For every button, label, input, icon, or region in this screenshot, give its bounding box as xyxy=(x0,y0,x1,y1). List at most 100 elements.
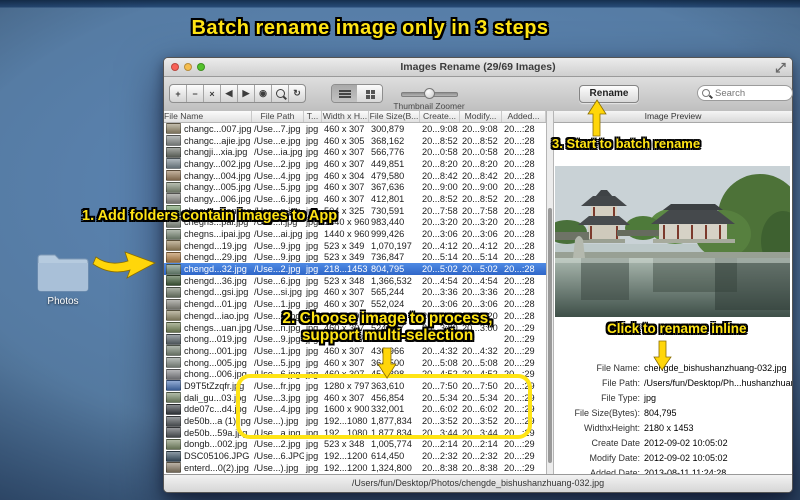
cell-size: 412,801 xyxy=(371,193,405,204)
cell-name: chengd...gsi.jpg xyxy=(164,286,252,298)
table-row[interactable]: dongb...002.jpg/Use...2.jpg jpg 523 x 348 1… xyxy=(164,438,546,451)
minimize-window-button[interactable] xyxy=(184,63,192,71)
cell-dim: 460 x 307 xyxy=(324,147,365,158)
rename-button[interactable]: Rename xyxy=(579,85,639,103)
file-thumbnail-icon xyxy=(166,322,181,334)
cell-added: 20...:28 xyxy=(504,252,535,263)
info-value[interactable]: chengde_bishushanzhuang-032.jpg xyxy=(640,363,787,373)
table-row[interactable]: changc...007.jpg/Use...7.jpg jpg 460 x 307… xyxy=(164,123,546,135)
cell-name: chong...005.jpg xyxy=(164,357,252,369)
table-row[interactable]: changy...002.jpg/Use...2.jpg jpg 460 x 307… xyxy=(164,158,546,170)
cell-name: chengd...01.jpg xyxy=(164,298,252,310)
info-value: jpg xyxy=(644,392,657,403)
thumbnail-zoomer-slider[interactable] xyxy=(401,88,458,99)
close-window-button[interactable] xyxy=(171,63,179,71)
cell-size: 736,847 xyxy=(371,252,405,263)
cell-added: 20...:28 xyxy=(504,182,535,193)
refresh-button[interactable]: ↻ xyxy=(289,85,305,102)
search-input[interactable] xyxy=(713,86,787,100)
cell-dim: 460 x 307 xyxy=(324,193,365,204)
cell-modify: 20...4:54 xyxy=(462,275,498,286)
info-value: 2012-09-02 10:05:02 xyxy=(644,437,728,448)
cell-modify: 20...2:32 xyxy=(462,451,498,462)
table-row[interactable]: chengd...01.jpg/Use...1.jpg jpg 460 x 307 5… xyxy=(164,298,546,310)
table-row[interactable]: changy...005.jpg/Use...5.jpg jpg 460 x 307… xyxy=(164,181,546,193)
table-row[interactable]: changy...004.jpg/Use...4.jpg jpg 460 x 304… xyxy=(164,170,546,182)
table-row[interactable]: chegns...ipai.jpg/Use...ai.jpg jpg 1440 x … xyxy=(164,228,546,240)
cell-size: 1,324,800 xyxy=(371,462,412,473)
cell-name: dongb...002.jpg xyxy=(164,438,252,450)
cell-type: jpg xyxy=(306,135,319,146)
cell-path: /Use...1.jpg xyxy=(254,299,301,310)
vertical-scrollbar[interactable] xyxy=(546,111,554,475)
next-button[interactable]: ▶ xyxy=(238,85,255,102)
arrow-folder-to-list xyxy=(92,251,156,279)
column-header[interactable]: Modify... xyxy=(460,111,502,122)
column-header[interactable]: Width x H... xyxy=(322,111,369,122)
remove-button[interactable]: − xyxy=(187,85,204,102)
multi-selection-highlight-box xyxy=(236,374,532,439)
table-row[interactable]: chengd...19.jpg/Use...9.jpg jpg 523 x 349 1… xyxy=(164,240,546,252)
cell-size: 479,580 xyxy=(371,170,405,181)
table-row[interactable]: changji...xia.jpg/Use...ia.jpg jpg 460 x 3… xyxy=(164,146,546,158)
add-button[interactable]: + xyxy=(170,85,187,102)
delete-button[interactable]: × xyxy=(204,85,221,102)
grid-view-button[interactable] xyxy=(357,85,382,102)
info-label: File Type: xyxy=(601,392,640,403)
cell-size: 999,426 xyxy=(371,229,405,240)
cell-added: 20...:28 xyxy=(504,205,535,216)
table-row-selected[interactable]: chengd...32.jpg/Use...2.jpg jpg 218...1453… xyxy=(164,263,546,275)
photos-folder[interactable]: Photos xyxy=(30,250,96,307)
cell-type: jpg xyxy=(306,240,319,251)
prev-button[interactable]: ◀ xyxy=(221,85,238,102)
cell-name: chengd...19.jpg xyxy=(164,240,252,252)
file-thumbnail-icon xyxy=(166,427,181,439)
info-row: File Name: chengde_bishushanzhuang-032.jp… xyxy=(554,360,792,375)
table-row[interactable]: chong...001.jpg/Use...1.jpg jpg 460 x 307 4… xyxy=(164,345,546,357)
quicklook-button[interactable]: ◉ xyxy=(255,85,272,102)
cell-added: 20...:29 xyxy=(504,439,535,450)
cell-dim: 523 x 349 xyxy=(324,240,365,251)
table-row[interactable]: DSC05106.JPG/Use...6.JPG jpg 192...1200 614… xyxy=(164,450,546,462)
slider-knob[interactable] xyxy=(424,88,435,99)
cell-modify: 20...3:36 xyxy=(462,287,498,298)
search-button[interactable] xyxy=(272,85,289,102)
column-header[interactable]: T... xyxy=(304,111,322,122)
column-header[interactable]: File Path xyxy=(252,111,304,122)
cell-size: 983,440 xyxy=(371,217,405,228)
table-row[interactable]: chengd...36.jpg/Use...6.jpg jpg 523 x 348 1… xyxy=(164,275,546,287)
table-row[interactable]: changy...006.jpg/Use...6.jpg jpg 460 x 307… xyxy=(164,193,546,205)
cell-dim: 192...1200 xyxy=(324,462,368,473)
cell-size: 566,776 xyxy=(371,147,405,158)
info-value: 804,795 xyxy=(644,407,677,418)
column-header[interactable]: File Name xyxy=(164,111,252,122)
cell-modify: 20...9:08 xyxy=(462,123,498,134)
file-thumbnail-icon xyxy=(166,403,181,415)
search-field[interactable] xyxy=(697,85,793,101)
fullscreen-icon[interactable] xyxy=(775,62,786,73)
column-header[interactable]: File Size(B... xyxy=(369,111,420,122)
cell-name: chong...001.jpg xyxy=(164,345,252,357)
info-label: Create Date xyxy=(591,437,640,448)
cell-modify: 20...8:20 xyxy=(462,158,498,169)
table-row[interactable]: enterd...0(2).jpg/Use...).jpg jpg 192...12… xyxy=(164,462,546,474)
cell-name: DSC05106.JPG xyxy=(164,450,252,462)
zoom-window-button[interactable] xyxy=(197,63,205,71)
table-row[interactable]: chengd...gsi.jpg/Use...si.jpg jpg 460 x 30… xyxy=(164,286,546,299)
cell-path: /Use...si.jpg xyxy=(254,287,302,298)
cell-path: /Use...6.JPG xyxy=(254,451,304,462)
file-thumbnail-icon xyxy=(166,263,181,275)
file-thumbnail-icon xyxy=(166,158,181,170)
scrollbar-thumb[interactable] xyxy=(548,208,552,463)
info-row: WidthxHeight: 2180 x 1453 xyxy=(554,420,792,435)
column-header[interactable]: Added... xyxy=(502,111,546,122)
column-header[interactable]: Create... xyxy=(420,111,460,122)
table-row[interactable]: changc...ajie.jpg/Use...e.jpg jpg 460 x 30… xyxy=(164,135,546,147)
list-view-button[interactable] xyxy=(332,85,357,102)
annotation-step3: 3. Start to batch rename xyxy=(552,136,701,151)
cell-name: changy...004.jpg xyxy=(164,170,252,182)
cell-modify: 20...3:20 xyxy=(462,217,498,228)
table-row[interactable]: chengd...29.jpg/Use...9.jpg jpg 523 x 349 7… xyxy=(164,251,546,264)
title-bar[interactable]: Images Rename (29/69 Images) xyxy=(164,58,792,77)
table-row[interactable]: chong...005.jpg/Use...5.jpg jpg 460 x 307 3… xyxy=(164,357,546,369)
